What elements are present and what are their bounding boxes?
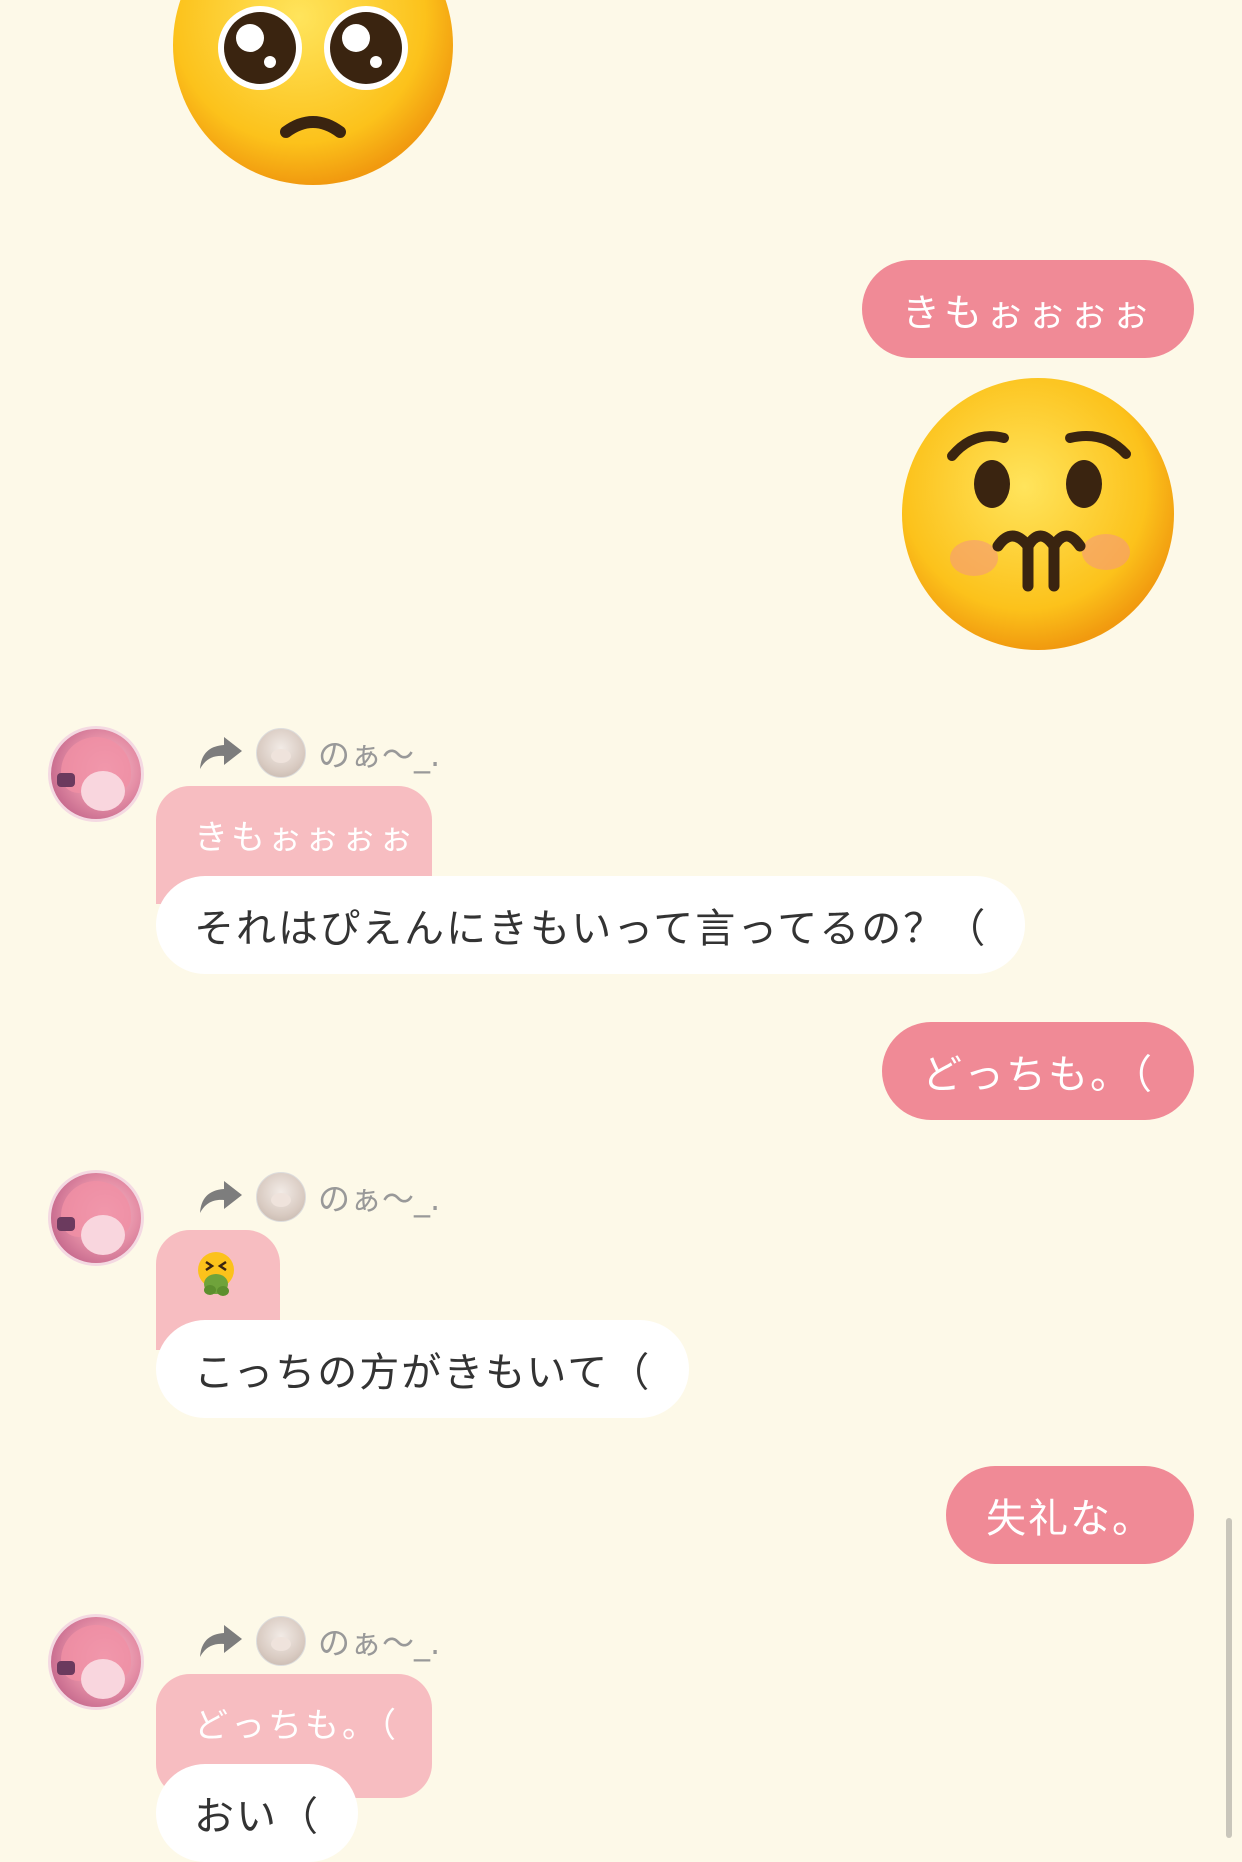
quoted-text: きもぉぉぉぉ: [194, 818, 416, 858]
vomiting-face-emoji: [198, 1252, 234, 1296]
outgoing-message[interactable]: 失礼な。: [946, 1466, 1194, 1564]
forward-arrow-icon: [200, 1181, 242, 1213]
incoming-message[interactable]: おい（: [156, 1764, 358, 1862]
forward-arrow-icon: [200, 1625, 242, 1657]
sender-avatar[interactable]: [48, 726, 144, 822]
message-text: それはぴえんにきもいって言ってるの？（: [194, 906, 988, 952]
sender-avatar[interactable]: [48, 1170, 144, 1266]
forward-header: のぁ～_.: [198, 1616, 440, 1666]
scrollbar[interactable]: [1226, 1518, 1232, 1838]
forward-header: のぁ～_.: [198, 1172, 440, 1222]
nauseated-face-emoji: [902, 378, 1174, 650]
forward-source-avatar: [256, 728, 306, 778]
pleading-face-emoji: [173, 0, 453, 185]
sender-avatar[interactable]: [48, 1614, 144, 1710]
incoming-message[interactable]: それはぴえんにきもいって言ってるの？（: [156, 876, 1026, 974]
message-text: おい（: [194, 1794, 320, 1840]
message-text: どっちも。（: [922, 1052, 1154, 1098]
outgoing-message[interactable]: どっちも。（: [882, 1022, 1194, 1120]
forward-arrow-icon: [200, 737, 242, 769]
quoted-text: どっちも。（: [194, 1706, 399, 1746]
forward-source-name: のぁ～_.: [318, 736, 441, 774]
forward-header: のぁ～_.: [198, 728, 440, 778]
message-text: こっちの方がきもいて（: [194, 1350, 652, 1396]
message-text: 失礼な。: [986, 1496, 1154, 1542]
forward-source-avatar: [256, 1616, 306, 1666]
forward-source-name: のぁ～_.: [318, 1624, 441, 1662]
message-text: きもぉぉぉぉ: [901, 290, 1154, 335]
incoming-message[interactable]: こっちの方がきもいて（: [156, 1320, 690, 1418]
forward-source-name: のぁ～_.: [318, 1180, 441, 1218]
forward-source-avatar: [256, 1172, 306, 1222]
outgoing-message[interactable]: きもぉぉぉぉ: [861, 260, 1194, 358]
